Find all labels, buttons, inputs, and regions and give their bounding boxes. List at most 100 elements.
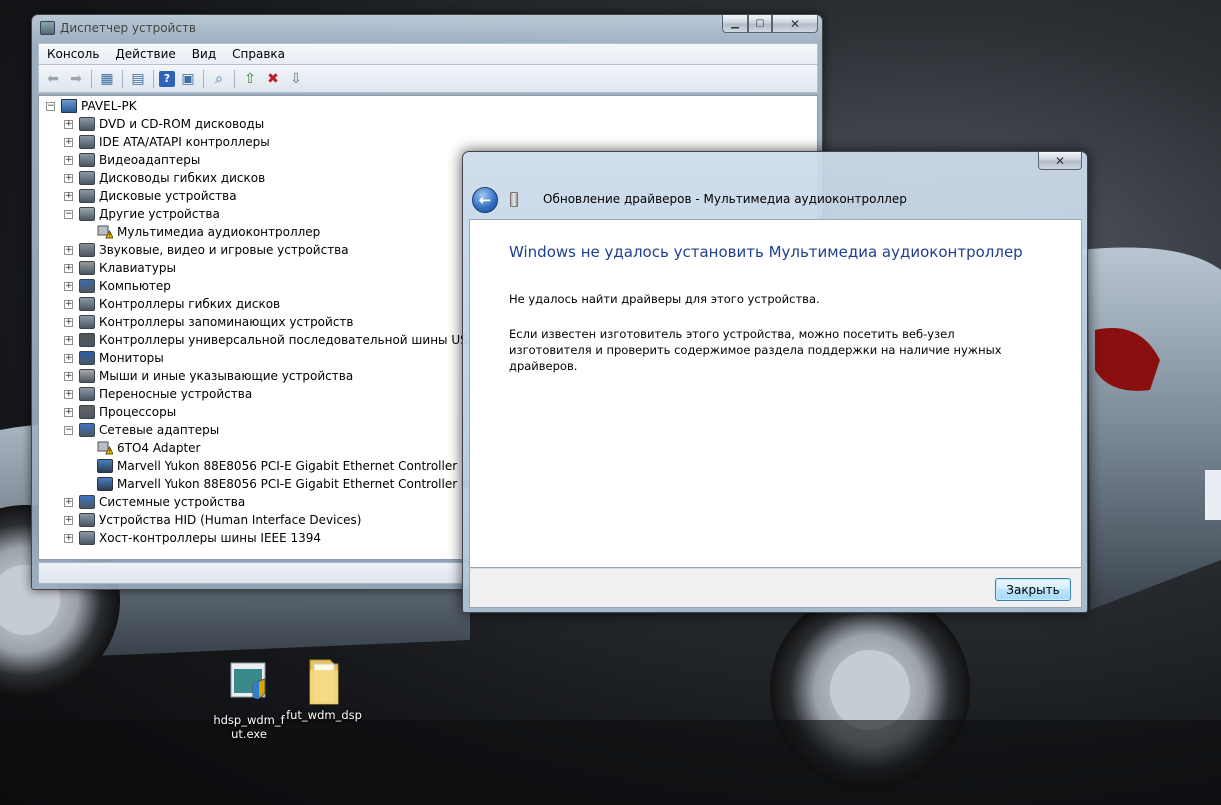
expand-toggle[interactable]: +	[64, 390, 73, 399]
properties-icon[interactable]: ▤	[128, 69, 148, 89]
expand-toggle[interactable]: +	[64, 156, 73, 165]
tree-category-label: Дисководы гибких дисков	[99, 171, 266, 185]
dialog-close-button[interactable]: ✕	[1038, 152, 1082, 170]
tree-category[interactable]: Устройства HID (Human Interface Devices)	[79, 511, 361, 529]
forward-arrow-icon[interactable]: ➡	[66, 69, 86, 89]
tree-category[interactable]: Системные устройства	[79, 493, 245, 511]
menu-bar: Консоль Действие Вид Справка	[38, 43, 818, 65]
desktop-icon-folder[interactable]: fut_wdm_dsp	[285, 656, 363, 722]
tree-category[interactable]: Дисководы гибких дисков	[79, 169, 265, 187]
tree-category[interactable]: Компьютер	[79, 277, 171, 295]
close-dialog-button[interactable]: Закрыть	[995, 578, 1071, 601]
expand-toggle[interactable]: +	[64, 318, 73, 327]
ide-controller-icon	[79, 135, 95, 149]
tree-root[interactable]: PAVEL-PK	[61, 97, 137, 115]
floppy-drive-icon	[79, 171, 95, 185]
desktop-icon-exe[interactable]: hdsp_wdm_fut.exe	[210, 661, 288, 741]
tree-category[interactable]: Контроллеры запоминающих устройств	[79, 313, 353, 331]
tree-category[interactable]: Клавиатуры	[79, 259, 176, 277]
expand-toggle[interactable]: +	[64, 372, 73, 381]
expand-toggle[interactable]: +	[64, 192, 73, 201]
computer-icon	[61, 99, 77, 113]
expand-toggle[interactable]: +	[64, 282, 73, 291]
dialog-content: Windows не удалось установить Мультимеди…	[469, 219, 1082, 568]
expand-toggle[interactable]: +	[64, 516, 73, 525]
tree-category[interactable]: Хост-контроллеры шины IEEE 1394	[79, 529, 321, 547]
dialog-heading: Windows не удалось установить Мультимеди…	[509, 243, 1023, 261]
expand-toggle[interactable]: +	[64, 246, 73, 255]
toolbar-separator	[91, 69, 92, 88]
tree-category[interactable]: Видеоадаптеры	[79, 151, 200, 169]
tree-category[interactable]: Мониторы	[79, 349, 164, 367]
back-button[interactable]: ←	[472, 187, 498, 213]
tree-category-label: Системные устройства	[99, 495, 246, 509]
tree-category-label: Контроллеры запоминающих устройств	[99, 315, 354, 329]
expand-toggle[interactable]: +	[64, 534, 73, 543]
tree-category[interactable]: Процессоры	[79, 403, 176, 421]
monitor-icon	[79, 351, 95, 365]
tree-category[interactable]: Переносные устройства	[79, 385, 252, 403]
expand-toggle[interactable]: +	[64, 120, 73, 129]
expand-toggle[interactable]: +	[64, 336, 73, 345]
tree-category-label: Контроллеры гибких дисков	[99, 297, 281, 311]
dialog-title: Обновление драйверов - Мультимедиа аудио…	[543, 192, 907, 206]
collapse-toggle[interactable]: −	[64, 210, 73, 219]
expand-toggle[interactable]: +	[64, 498, 73, 507]
tree-category-label: DVD и CD-ROM дисководы	[99, 117, 265, 131]
expand-toggle[interactable]: +	[64, 300, 73, 309]
back-arrow-icon[interactable]: ⬅	[43, 69, 63, 89]
toolbar-separator	[234, 69, 235, 88]
toolbar-separator	[153, 69, 154, 88]
expand-toggle[interactable]: +	[64, 354, 73, 363]
desktop-icon-label: hdsp_wdm_fut.exe	[213, 713, 285, 741]
maximize-button[interactable]: ▢	[748, 15, 772, 33]
disable-device-icon[interactable]: ⇩	[286, 69, 306, 89]
speaker-icon	[79, 243, 95, 257]
close-button[interactable]: ✕	[772, 15, 818, 33]
view-icon[interactable]: ▣	[178, 69, 198, 89]
expand-toggle[interactable]: +	[64, 174, 73, 183]
update-driver-icon[interactable]: ⇧	[240, 69, 260, 89]
expand-toggle[interactable]: +	[64, 264, 73, 273]
tree-category[interactable]: Мыши и иные указывающие устройства	[79, 367, 353, 385]
show-hide-tree-icon[interactable]: ▦	[97, 69, 117, 89]
collapse-toggle[interactable]: −	[64, 426, 73, 435]
usb-icon	[79, 333, 95, 347]
toolbar-separator	[203, 69, 204, 88]
tree-category[interactable]: IDE ATA/ATAPI контроллеры	[79, 133, 270, 151]
device-manager-icon	[40, 21, 55, 35]
scan-hardware-icon[interactable]: ⌕	[209, 69, 229, 89]
dialog-message: Не удалось найти драйверы для этого устр…	[509, 292, 820, 306]
menu-action[interactable]: Действие	[107, 47, 183, 61]
collapse-toggle[interactable]: −	[46, 102, 55, 111]
minimize-button[interactable]: ▁	[722, 15, 748, 33]
tree-category[interactable]: Сетевые адаптеры	[79, 421, 219, 439]
tree-category[interactable]: Контроллеры гибких дисков	[79, 295, 280, 313]
tree-category[interactable]: Дисковые устройства	[79, 187, 237, 205]
network-adapter-icon	[79, 423, 95, 437]
expand-toggle[interactable]: +	[64, 408, 73, 417]
tree-category[interactable]: Контроллеры универсальной последовательн…	[79, 331, 476, 349]
tree-device-label: 6TO4 Adapter	[117, 441, 201, 455]
tree-category[interactable]: Другие устройства	[79, 205, 220, 223]
tree-device[interactable]: ! Мультимедиа аудиоконтроллер	[97, 223, 320, 241]
help-icon[interactable]: ?	[159, 70, 175, 87]
tree-device[interactable]: ! 6TO4 Adapter	[97, 439, 200, 457]
tree-device[interactable]: Marvell Yukon 88E8056 PCI-E Gigabit Ethe…	[97, 475, 479, 493]
folder-icon	[300, 656, 348, 705]
menu-console[interactable]: Консоль	[39, 47, 107, 61]
window-title: Диспетчер устройств	[60, 21, 197, 35]
tree-category-label: Компьютер	[99, 279, 171, 293]
menu-view[interactable]: Вид	[184, 47, 224, 61]
caption-buttons: ▁ ▢ ✕	[722, 15, 818, 33]
uninstall-icon[interactable]: ✖	[263, 69, 283, 89]
expand-toggle[interactable]: +	[64, 138, 73, 147]
tree-category-label: Переносные устройства	[99, 387, 253, 401]
tree-category[interactable]: Звуковые, видео и игровые устройства	[79, 241, 349, 259]
unknown-device-icon	[79, 207, 95, 221]
tree-category-label: Сетевые адаптеры	[99, 423, 220, 437]
tree-category[interactable]: DVD и CD-ROM дисководы	[79, 115, 264, 133]
menu-help[interactable]: Справка	[224, 47, 293, 61]
tree-device[interactable]: Marvell Yukon 88E8056 PCI-E Gigabit Ethe…	[97, 457, 457, 475]
toolbar: ⬅ ➡ ▦ ▤ ? ▣ ⌕ ⇧ ✖ ⇩	[38, 65, 818, 93]
